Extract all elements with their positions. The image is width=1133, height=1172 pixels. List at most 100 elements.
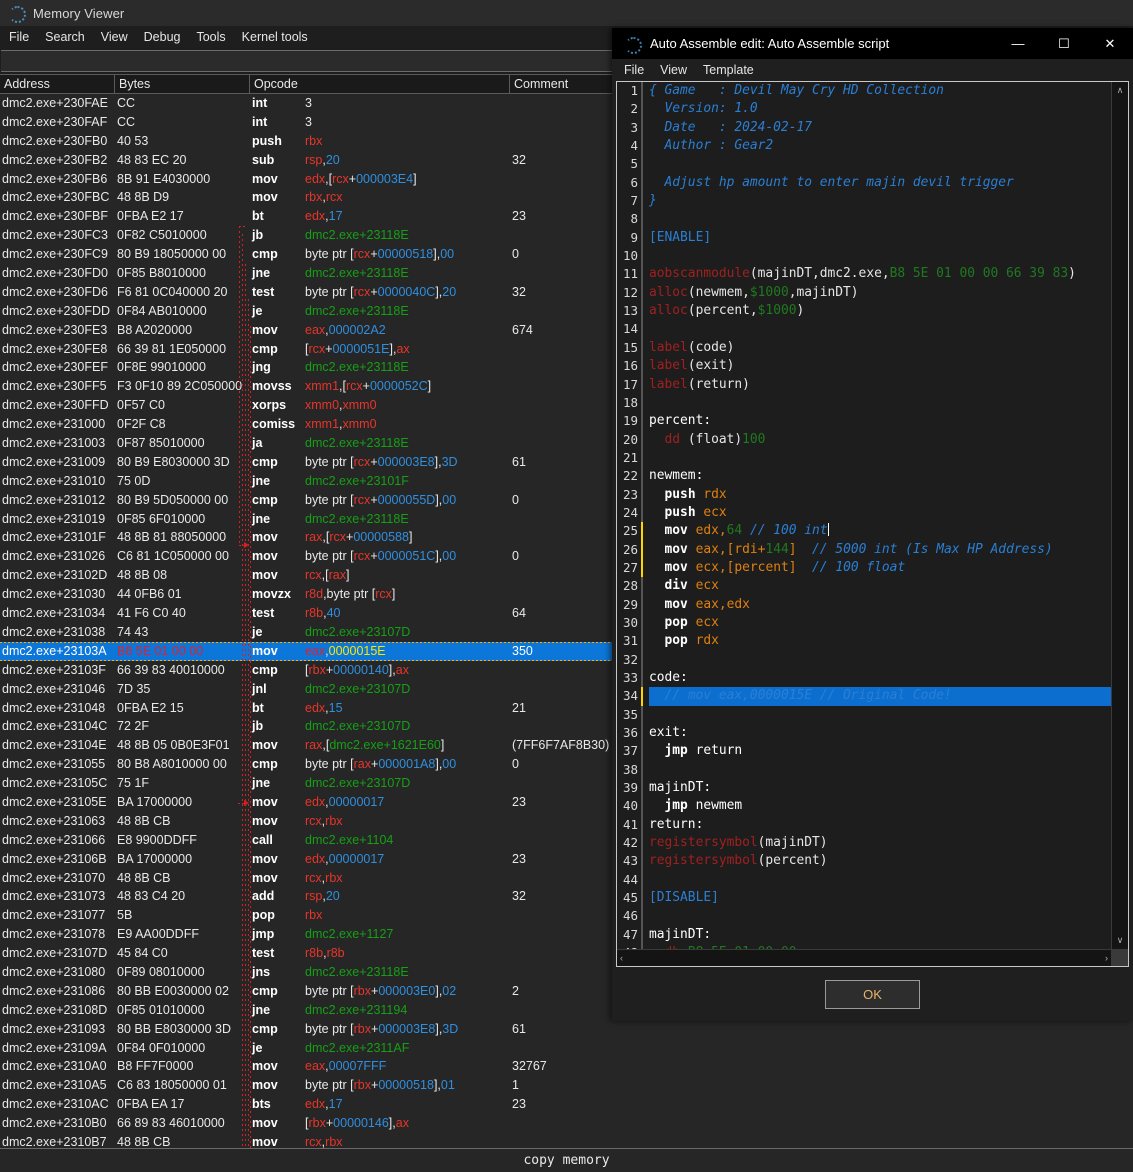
code-line[interactable]: Adjust hp amount to enter majin devil tr… (649, 174, 1128, 192)
cell-operands: rax,[dmc2.exe+1621E60] (305, 738, 445, 753)
scroll-up-icon[interactable]: ∧ (1112, 82, 1128, 99)
script-code-area[interactable]: { Game : Devil May Cry HD Collection Ver… (643, 82, 1128, 966)
code-line[interactable]: label(exit) (649, 357, 1128, 375)
cell-bytes: 48 8B CB (117, 870, 171, 885)
code-line[interactable]: mov eax,edx (649, 596, 1128, 614)
scroll-right-icon[interactable]: › (1105, 953, 1108, 963)
column-header-opcode[interactable]: Opcode (250, 75, 510, 93)
line-number: 36 (622, 725, 638, 741)
ok-button[interactable]: OK (825, 979, 920, 1009)
table-row[interactable]: dmc2.exe+2310B7 48 8B CB mov rcx,rbx (0, 1133, 1133, 1148)
code-line[interactable]: return: (649, 816, 1128, 834)
code-line[interactable]: mov edx,64 // 100 int (649, 522, 1128, 540)
code-line[interactable]: mov ecx,[percent] // 100 float (649, 559, 1128, 577)
code-line[interactable] (649, 320, 1128, 338)
code-line[interactable]: Author : Gear2 (649, 137, 1128, 155)
code-line[interactable]: pop rdx (649, 632, 1128, 650)
code-line[interactable]: majinDT: (649, 779, 1128, 797)
cell-address: dmc2.exe+231086 (2, 983, 106, 998)
code-line[interactable]: [DISABLE] (649, 889, 1128, 907)
cell-operands: rcx,[rax] (305, 568, 350, 583)
code-line[interactable] (649, 247, 1128, 265)
menu-view[interactable]: View (93, 28, 136, 46)
code-line[interactable]: jmp return (649, 742, 1128, 760)
column-header-address[interactable]: Address (0, 75, 115, 93)
code-line[interactable] (649, 449, 1128, 467)
cell-mnemonic: jb (252, 719, 264, 734)
script-editor[interactable]: 1 2 3 4 5 6 7 8 9 10 11 12 13 14 15 16 17 18 19 20 21 22 23 24 2… (616, 81, 1129, 967)
code-line[interactable]: push ecx (649, 504, 1128, 522)
code-line[interactable]: alloc(percent,$1000) (649, 302, 1128, 320)
table-row[interactable]: dmc2.exe+2310B0 66 89 83 46010000 mov [rbx+… (0, 1114, 1133, 1133)
code-line[interactable]: majinDT: (649, 926, 1128, 944)
auto-assemble-footer: OK (612, 967, 1133, 1021)
code-line[interactable]: { Game : Devil May Cry HD Collection (649, 82, 1128, 100)
line-number: 39 (622, 780, 638, 796)
code-line[interactable]: div ecx (649, 577, 1128, 595)
code-line[interactable]: dd (float)100 (649, 431, 1128, 449)
code-line[interactable]: aobscanmodule(majinDT,dmc2.exe,B8 5E 01 … (649, 265, 1128, 283)
cell-bytes: 0F84 0F010000 (117, 1040, 206, 1055)
code-line[interactable] (649, 706, 1128, 724)
code-line[interactable]: mov eax,[rdi+144] // 5000 int (Is Max HP… (649, 541, 1128, 559)
code-line[interactable] (649, 651, 1128, 669)
editor-horizontal-scrollbar[interactable]: ‹ › (617, 949, 1111, 966)
code-line[interactable]: } (649, 192, 1128, 210)
code-line[interactable]: exit: (649, 724, 1128, 742)
table-row[interactable]: dmc2.exe+2310AC 0FBA EA 17 bts edx,17 23 (0, 1095, 1133, 1114)
code-line[interactable]: registersymbol(percent) (649, 852, 1128, 870)
code-line[interactable]: label(return) (649, 376, 1128, 394)
code-line[interactable] (649, 155, 1128, 173)
code-line[interactable] (649, 394, 1128, 412)
menu-kernel-tools[interactable]: Kernel tools (234, 28, 316, 46)
cell-mnemonic: mov (252, 738, 278, 753)
table-row[interactable]: dmc2.exe+2310A5 C6 83 18050000 01 mov byte … (0, 1076, 1133, 1095)
code-line[interactable]: jmp newmem (649, 797, 1128, 815)
line-number: 16 (622, 358, 638, 374)
code-line[interactable]: alloc(newmem,$1000,majinDT) (649, 284, 1128, 302)
code-line[interactable] (649, 210, 1128, 228)
menu-search[interactable]: Search (37, 28, 93, 46)
menu-debug[interactable]: Debug (136, 28, 189, 46)
code-line[interactable]: Date : 2024-02-17 (649, 119, 1128, 137)
cell-bytes: 0FBA E2 17 (117, 209, 184, 224)
code-line[interactable]: push rdx (649, 486, 1128, 504)
code-line[interactable]: code: (649, 669, 1128, 687)
scroll-left-icon[interactable]: ‹ (620, 953, 623, 963)
menu-file[interactable]: File (1, 28, 37, 46)
code-line[interactable] (649, 761, 1128, 779)
code-line[interactable]: [ENABLE] (649, 229, 1128, 247)
aa-menu-template[interactable]: Template (695, 61, 762, 79)
code-line[interactable]: Version: 1.0 (649, 100, 1128, 118)
line-number: 43 (622, 853, 638, 869)
cell-address: dmc2.exe+230FBC (2, 190, 110, 205)
cell-operands: [rcx+0000051E],ax (305, 341, 410, 356)
cell-operands: eax,00007FFF (305, 1059, 387, 1074)
code-line[interactable]: newmem: (649, 467, 1128, 485)
cell-mnemonic: mov (252, 530, 278, 545)
close-icon[interactable]: ✕ (1087, 28, 1133, 59)
code-line[interactable]: percent: (649, 412, 1128, 430)
auto-assemble-titlebar[interactable]: Auto Assemble edit: Auto Assemble script… (612, 28, 1133, 59)
cell-address: dmc2.exe+231070 (2, 870, 106, 885)
column-header-bytes[interactable]: Bytes (115, 75, 250, 93)
code-line[interactable] (649, 871, 1128, 889)
cheat-engine-icon (8, 5, 26, 23)
aa-menu-file[interactable]: File (616, 61, 652, 79)
code-line[interactable] (649, 907, 1128, 925)
table-row[interactable]: dmc2.exe+23109A 0F84 0F010000 je dmc2.exe+2… (0, 1039, 1133, 1058)
table-row[interactable]: dmc2.exe+231093 80 BB E8030000 3D cmp byte … (0, 1020, 1133, 1039)
minimize-icon[interactable]: — (995, 28, 1041, 59)
menu-tools[interactable]: Tools (188, 28, 233, 46)
code-line[interactable]: pop ecx (649, 614, 1128, 632)
scroll-down-icon[interactable]: ∨ (1112, 932, 1128, 949)
aa-menu-view[interactable]: View (652, 61, 695, 79)
line-number: 31 (622, 633, 638, 649)
code-line[interactable]: label(code) (649, 339, 1128, 357)
code-line[interactable]: // mov eax,0000015E // Original Code! (649, 687, 1128, 706)
maximize-icon[interactable]: ☐ (1041, 28, 1087, 59)
editor-vertical-scrollbar[interactable]: ∧ ∨ (1111, 82, 1128, 949)
cell-mnemonic: mov (252, 813, 278, 828)
code-line[interactable]: registersymbol(majinDT) (649, 834, 1128, 852)
table-row[interactable]: dmc2.exe+2310A0 B8 FF7F0000 mov eax,00007FF… (0, 1057, 1133, 1076)
